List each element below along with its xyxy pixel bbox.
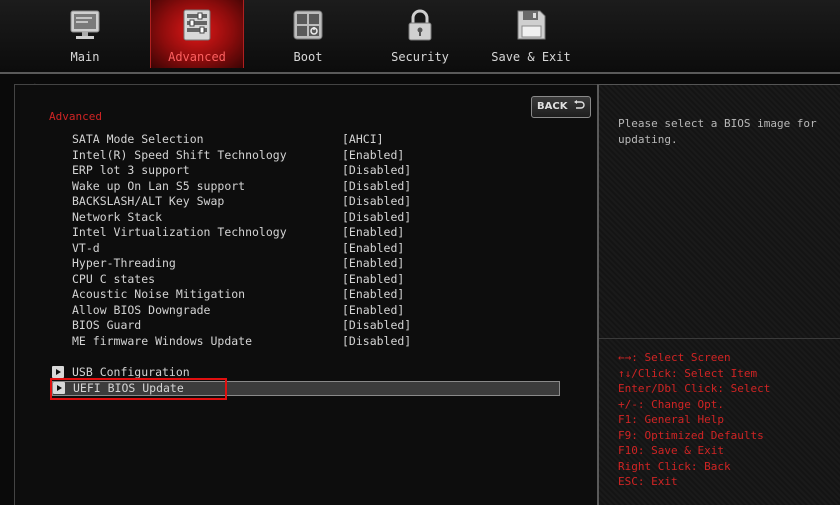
help-panel: Please select a BIOS image for updating.…: [597, 84, 840, 505]
setting-row-backslash-alt[interactable]: BACKSLASH/ALT Key Swap [Disabled]: [72, 194, 592, 209]
setting-row-network-stack[interactable]: Network Stack [Disabled]: [72, 210, 592, 225]
setting-label: ME firmware Windows Update: [72, 333, 253, 348]
setting-value[interactable]: [Enabled]: [342, 148, 404, 163]
boot-icon: [293, 10, 323, 40]
setting-label: Network Stack: [72, 209, 163, 224]
floppy-disk-icon: [517, 10, 546, 40]
setting-label: CPU C states: [72, 271, 156, 286]
setting-label: ERP lot 3 support: [72, 163, 190, 177]
tab-advanced-label: Advanced: [168, 50, 226, 64]
setting-value[interactable]: [Disabled]: [342, 210, 411, 225]
setting-value[interactable]: [Enabled]: [342, 256, 404, 271]
help-divider: [599, 338, 840, 339]
help-description: Please select a BIOS image for updating.: [618, 117, 817, 146]
setting-row-speed-shift[interactable]: Intel(R) Speed Shift Technology [Enabled…: [72, 148, 592, 163]
key-hint: ESC: Exit: [618, 475, 678, 488]
setting-value[interactable]: [Enabled]: [342, 225, 404, 240]
key-hint: +/-: Change Opt.: [618, 397, 724, 411]
submenu-label: UEFI BIOS Update: [73, 381, 184, 395]
setting-value[interactable]: [AHCI]: [342, 132, 384, 147]
tab-boot-label: Boot: [293, 50, 323, 64]
setting-value[interactable]: [Enabled]: [342, 241, 404, 256]
setting-label: Allow BIOS Downgrade: [72, 302, 211, 317]
key-hint: ←→: Select Screen: [618, 351, 731, 364]
setting-row-vt-d[interactable]: VT-d [Enabled]: [72, 241, 592, 256]
back-button[interactable]: BACK: [531, 96, 591, 118]
setting-row-bios-guard[interactable]: BIOS Guard [Disabled]: [72, 318, 592, 333]
setting-row-erp-lot3[interactable]: ERP lot 3 support [Disabled]: [72, 163, 592, 178]
tab-save-exit[interactable]: Save & Exit: [485, 0, 577, 68]
tab-advanced[interactable]: Advanced: [150, 0, 244, 68]
key-hint: F10: Save & Exit: [618, 444, 724, 457]
advanced-settings-panel: Advanced BACK SATA Mode Selection [AHCI]…: [14, 84, 599, 505]
back-button-label: BACK: [537, 101, 568, 112]
setting-label: BACKSLASH/ALT Key Swap: [72, 194, 225, 208]
tab-main[interactable]: Main: [39, 0, 131, 68]
setting-row-bios-downgrade[interactable]: Allow BIOS Downgrade [Enabled]: [72, 303, 592, 318]
back-arrow-icon: [573, 100, 585, 109]
tab-main-label: Main: [70, 50, 100, 64]
setting-label: Acoustic Noise Mitigation: [72, 287, 246, 301]
advanced-settings-icon: [183, 9, 211, 41]
lock-icon: [408, 9, 432, 41]
setting-value[interactable]: [Disabled]: [342, 194, 411, 209]
submenu-label: USB Configuration: [72, 365, 190, 379]
submenu-uefi-bios-update[interactable]: UEFI BIOS Update: [52, 381, 560, 396]
key-hint: Right Click: Back: [618, 459, 731, 473]
key-hint: Enter/Dbl Click: Select: [618, 382, 771, 395]
setting-value[interactable]: [Disabled]: [342, 179, 411, 194]
setting-label: SATA Mode Selection: [72, 132, 204, 146]
setting-row-me-firmware[interactable]: ME firmware Windows Update [Disabled]: [72, 334, 592, 349]
setting-value[interactable]: [Enabled]: [342, 272, 404, 287]
setting-row-hyper-threading[interactable]: Hyper-Threading [Enabled]: [72, 256, 592, 271]
top-navigation-bar: Main Advanced Boot Security Save & Exit: [0, 0, 840, 74]
key-hint: F1: General Help: [618, 413, 724, 426]
tab-security-label: Security: [391, 50, 449, 64]
setting-value[interactable]: [Enabled]: [342, 303, 404, 318]
setting-row-virtualization[interactable]: Intel Virtualization Technology [Enabled…: [72, 225, 592, 240]
setting-label: VT-d: [72, 240, 100, 255]
setting-row-wake-on-lan[interactable]: Wake up On Lan S5 support [Disabled]: [72, 179, 592, 194]
tab-security[interactable]: Security: [374, 0, 466, 68]
setting-row-cpu-c-states[interactable]: CPU C states [Enabled]: [72, 272, 592, 287]
key-hint: F9: Optimized Defaults: [618, 428, 764, 442]
section-title: Advanced: [49, 110, 102, 123]
submenu-arrow-icon: [52, 366, 64, 378]
setting-value[interactable]: [Disabled]: [342, 163, 411, 178]
monitor-icon: [70, 10, 100, 39]
setting-value[interactable]: [Disabled]: [342, 334, 411, 349]
submenu-arrow-icon: [53, 382, 65, 394]
setting-label: BIOS Guard: [72, 318, 142, 332]
setting-value[interactable]: [Enabled]: [342, 287, 404, 302]
setting-label: Wake up On Lan S5 support: [72, 178, 246, 193]
key-hint: ↑↓/Click: Select Item: [618, 366, 758, 380]
setting-row-sata-mode[interactable]: SATA Mode Selection [AHCI]: [72, 132, 592, 147]
tab-boot[interactable]: Boot: [262, 0, 354, 68]
setting-label: Hyper-Threading: [72, 256, 176, 270]
setting-value[interactable]: [Disabled]: [342, 318, 411, 333]
setting-label: Intel Virtualization Technology: [72, 225, 287, 239]
tab-save-exit-label: Save & Exit: [491, 50, 571, 64]
setting-label: Intel(R) Speed Shift Technology: [72, 147, 287, 162]
setting-row-acoustic-noise[interactable]: Acoustic Noise Mitigation [Enabled]: [72, 287, 592, 302]
